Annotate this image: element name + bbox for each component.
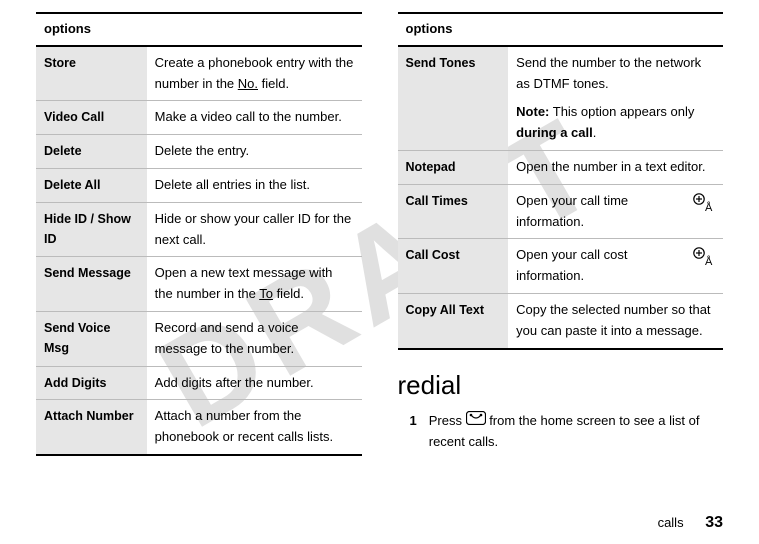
svg-text:Å: Å — [705, 255, 713, 268]
option-label: Add Digits — [36, 366, 147, 400]
option-desc: Make a video call to the number. — [147, 101, 362, 135]
table-row: Copy All Text Copy the selected number s… — [398, 293, 724, 348]
send-key-icon — [466, 411, 486, 432]
left-column: options Store Create a phonebook entry w… — [36, 12, 362, 456]
step-text: Press from the home screen to see a list… — [429, 411, 723, 453]
option-label: Send Voice Msg — [36, 311, 147, 366]
svg-text:Å: Å — [705, 201, 713, 214]
option-label: Delete — [36, 135, 147, 169]
table-row: Attach Number Attach a number from the p… — [36, 400, 362, 455]
option-label: Send Tones — [398, 46, 509, 151]
option-label: Attach Number — [36, 400, 147, 455]
option-label: Delete All — [36, 168, 147, 202]
table-row: Call Cost Å Open your call cost informat… — [398, 239, 724, 294]
section-title-redial: redial — [398, 370, 724, 401]
option-label: Call Times — [398, 184, 509, 239]
option-desc: Send the number to the network as DTMF t… — [508, 46, 723, 151]
table-header: options — [398, 13, 724, 46]
right-column: options Send Tones Send the number to th… — [398, 12, 724, 456]
table-header: options — [36, 13, 362, 46]
option-desc: Create a phonebook entry with the number… — [147, 46, 362, 101]
option-desc: Copy the selected number so that you can… — [508, 293, 723, 348]
table-row: Video Call Make a video call to the numb… — [36, 101, 362, 135]
table-row: Add Digits Add digits after the number. — [36, 366, 362, 400]
table-row: Delete All Delete all entries in the lis… — [36, 168, 362, 202]
option-desc: Å Open your call cost information. — [508, 239, 723, 294]
table-row: Send Message Open a new text message wit… — [36, 257, 362, 312]
option-desc: Å Open your call time information. — [508, 184, 723, 239]
table-row: Store Create a phonebook entry with the … — [36, 46, 362, 101]
page-content: options Store Create a phonebook entry w… — [0, 0, 759, 456]
option-desc: Open a new text message with the number … — [147, 257, 362, 312]
table-row: Send Tones Send the number to the networ… — [398, 46, 724, 151]
table-row: Send Voice Msg Record and send a voice m… — [36, 311, 362, 366]
option-desc: Delete all entries in the list. — [147, 168, 362, 202]
option-label: Send Message — [36, 257, 147, 312]
option-label: Video Call — [36, 101, 147, 135]
operator-icon: Å — [693, 193, 715, 222]
table-row: Delete Delete the entry. — [36, 135, 362, 169]
footer-section: calls — [658, 515, 684, 530]
option-desc: Add digits after the number. — [147, 366, 362, 400]
page-footer: calls 33 — [658, 514, 723, 532]
option-desc: Record and send a voice message to the n… — [147, 311, 362, 366]
option-desc: Hide or show your caller ID for the next… — [147, 202, 362, 257]
option-label: Copy All Text — [398, 293, 509, 348]
options-table-right: options Send Tones Send the number to th… — [398, 12, 724, 350]
option-label: Notepad — [398, 150, 509, 184]
operator-icon: Å — [693, 247, 715, 276]
page-number: 33 — [705, 514, 723, 531]
step-1: 1 Press from the home screen to see a li… — [398, 411, 724, 453]
table-row: Hide ID / Show ID Hide or show your call… — [36, 202, 362, 257]
table-row: Notepad Open the number in a text editor… — [398, 150, 724, 184]
step-number: 1 — [410, 411, 417, 453]
option-desc: Delete the entry. — [147, 135, 362, 169]
option-label: Store — [36, 46, 147, 101]
table-row: Call Times Å Open your call time informa… — [398, 184, 724, 239]
option-label: Call Cost — [398, 239, 509, 294]
option-desc: Attach a number from the phonebook or re… — [147, 400, 362, 455]
option-label: Hide ID / Show ID — [36, 202, 147, 257]
option-desc: Open the number in a text editor. — [508, 150, 723, 184]
options-table-left: options Store Create a phonebook entry w… — [36, 12, 362, 456]
